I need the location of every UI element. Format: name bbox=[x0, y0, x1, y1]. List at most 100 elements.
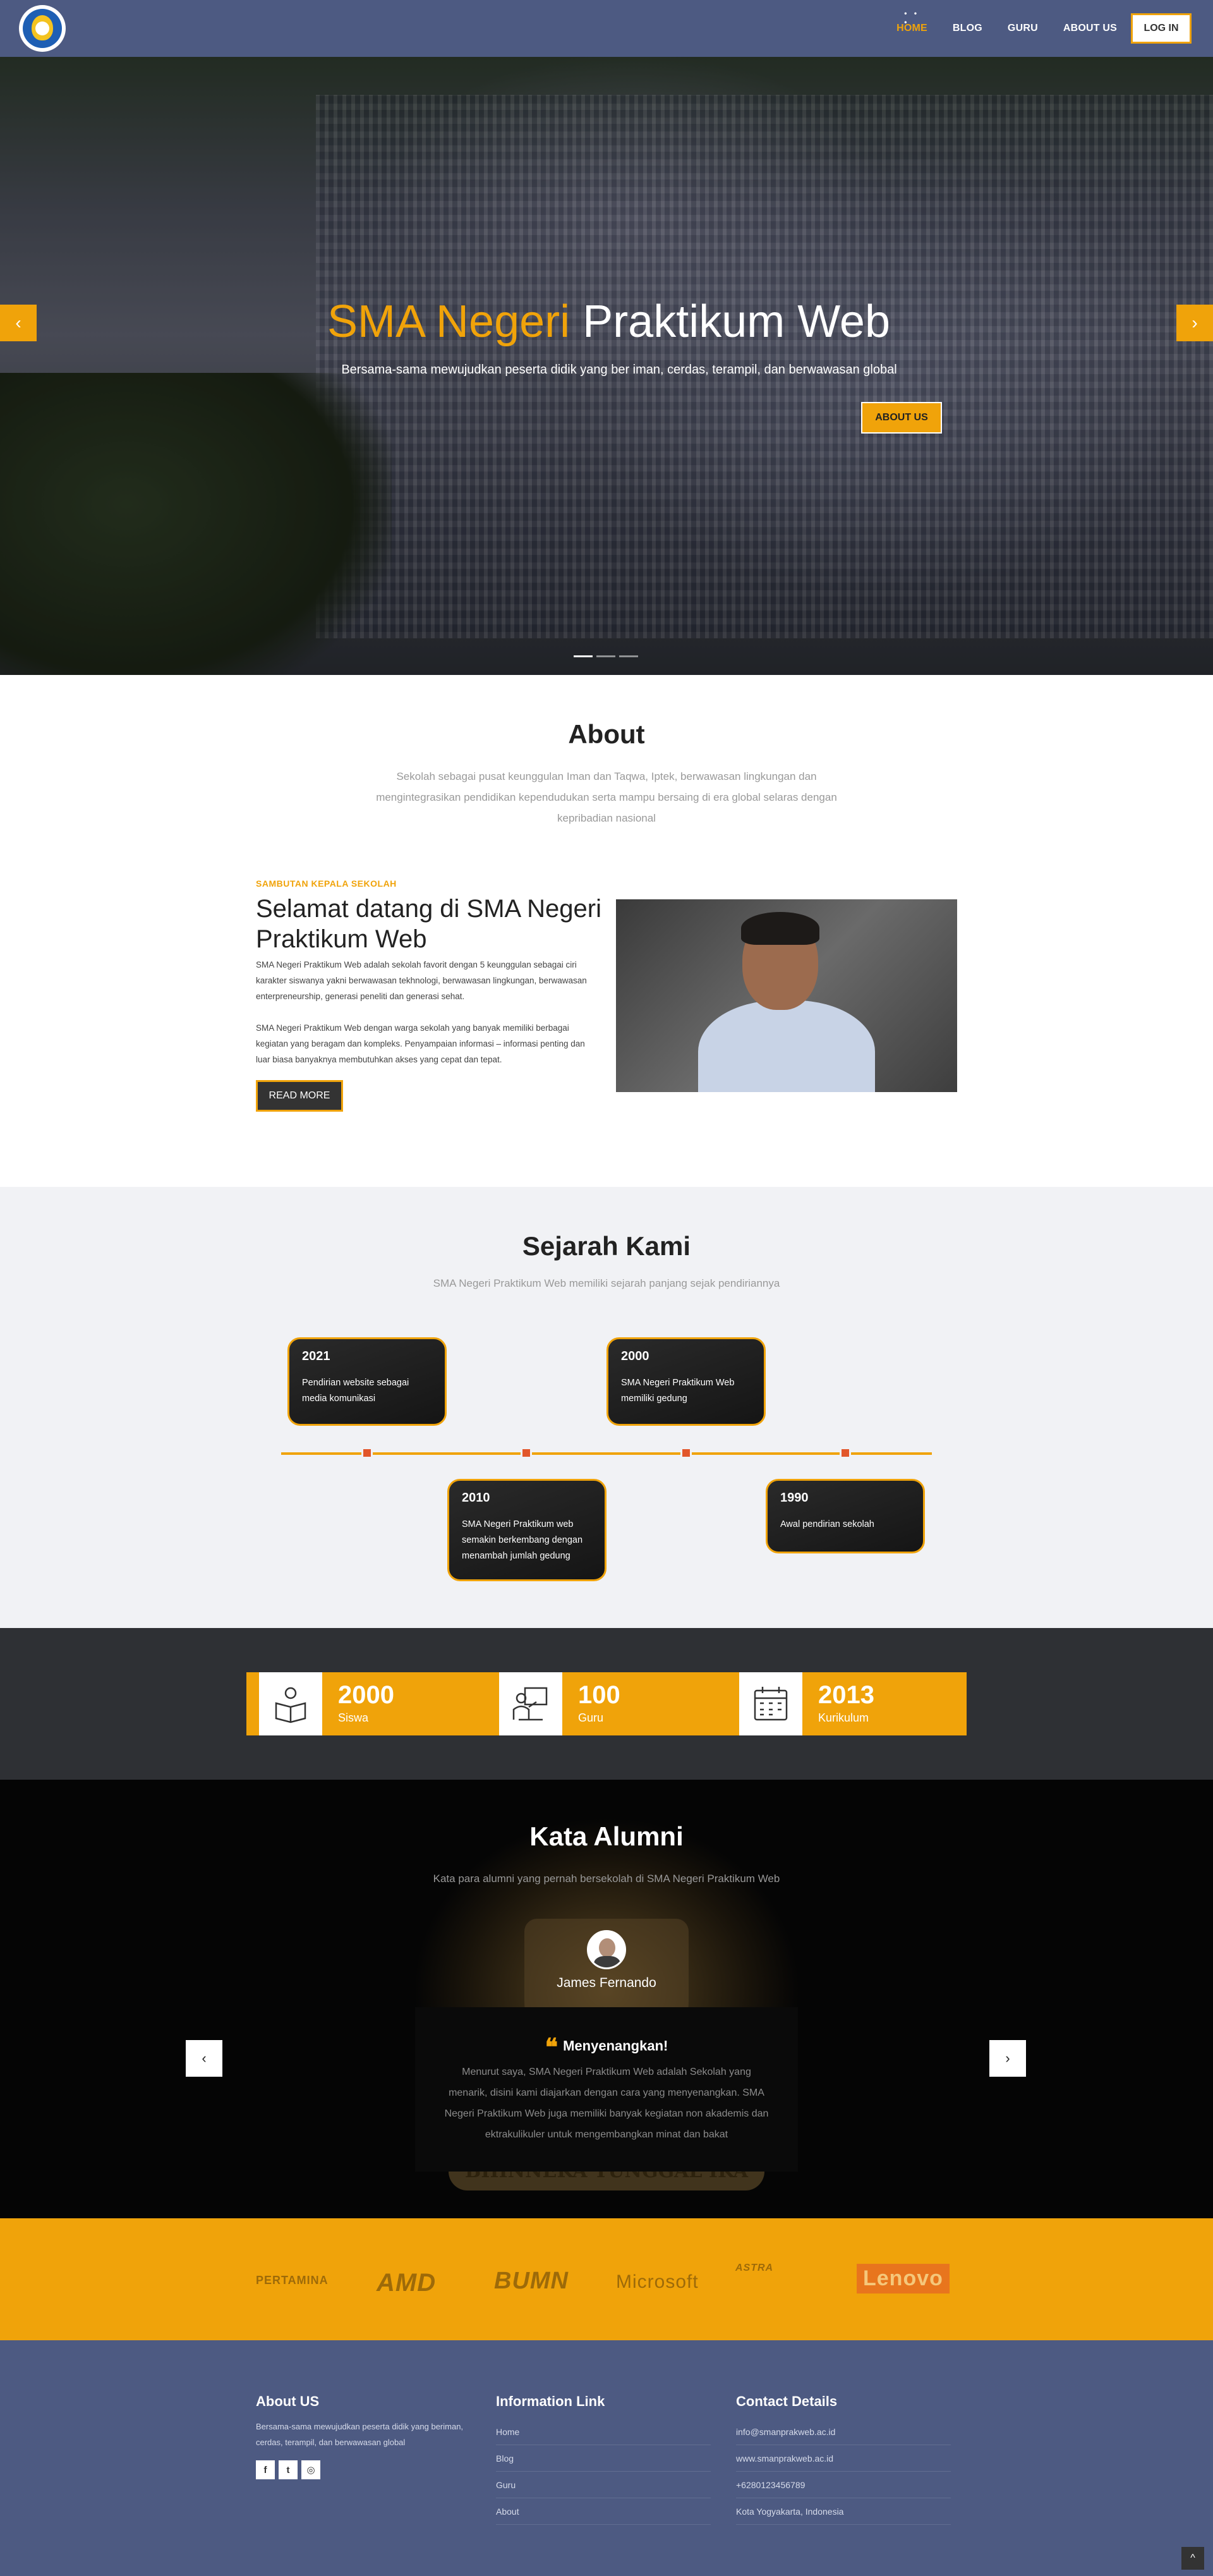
reading-book-icon bbox=[259, 1672, 322, 1735]
footer-link-home[interactable]: Home bbox=[496, 2419, 711, 2445]
timeline-card: 2021 Pendirian website sebagai media kom… bbox=[287, 1337, 447, 1426]
stat-number: 2013 bbox=[818, 1681, 874, 1709]
footer-links: Information Link Home Blog Guru About bbox=[496, 2393, 717, 2525]
slider-indicator-1[interactable] bbox=[574, 655, 593, 657]
hero-title-accent: SMA Negeri bbox=[327, 296, 570, 347]
nav-home[interactable]: • • • HOME bbox=[896, 9, 927, 34]
welcome-kicker: SAMBUTAN KEPALA SEKOLAH bbox=[256, 878, 397, 889]
about-section: About Sekolah sebagai pusat keunggulan I… bbox=[0, 675, 1213, 1187]
stat-label: Siswa bbox=[338, 1711, 369, 1724]
history-section: Sejarah Kami SMA Negeri Praktikum Web me… bbox=[0, 1187, 1213, 1628]
calendar-icon bbox=[739, 1672, 802, 1735]
login-button[interactable]: LOG IN bbox=[1131, 13, 1192, 44]
timeline-desc: Awal pendirian sekolah bbox=[780, 1519, 874, 1529]
partners-section: PERTAMINA AMD BUMN Microsoft ASTRA Lenov… bbox=[0, 2218, 1213, 2340]
footer-link-about[interactable]: About bbox=[496, 2498, 711, 2525]
contact-address: Kota Yogyakarta, Indonesia bbox=[736, 2498, 951, 2525]
facebook-icon[interactable]: f bbox=[256, 2460, 275, 2479]
timeline-line bbox=[281, 1452, 932, 1455]
welcome-paragraph-1: SMA Negeri Praktikum Web adalah sekolah … bbox=[256, 960, 587, 1001]
testimonial-next-arrow-icon[interactable]: › bbox=[989, 2040, 1026, 2077]
alumni-title: Kata Alumni bbox=[529, 1821, 684, 1851]
footer-link-blog[interactable]: Blog bbox=[496, 2445, 711, 2472]
partner-logo-pertamina: PERTAMINA bbox=[256, 2274, 329, 2287]
alumni-section: BHINNEKA TUNGGAL IKA Kata Alumni Kata pa… bbox=[0, 1780, 1213, 2218]
timeline-card: 1990 Awal pendirian sekolah bbox=[766, 1479, 925, 1553]
partner-logo-lenovo: Lenovo bbox=[857, 2264, 950, 2293]
history-title: Sejarah Kami bbox=[522, 1231, 691, 1261]
contact-website[interactable]: www.smanprakweb.ac.id bbox=[736, 2445, 951, 2472]
timeline-desc: SMA Negeri Praktikum web semakin berkemb… bbox=[462, 1519, 583, 1561]
partner-logo-amd: AMD bbox=[377, 2269, 437, 2297]
twitter-icon[interactable]: t bbox=[279, 2460, 298, 2479]
timeline-desc: SMA Negeri Praktikum Web memiliki gedung bbox=[621, 1378, 735, 1404]
timeline-desc: Pendirian website sebagai media komunika… bbox=[302, 1378, 409, 1404]
alumni-name: James Fernando bbox=[557, 1976, 656, 1990]
stat-number: 2000 bbox=[338, 1681, 394, 1709]
stat-number: 100 bbox=[578, 1681, 620, 1709]
instagram-icon[interactable]: ◎ bbox=[301, 2460, 320, 2479]
stats-bar: 2000 Siswa 100 Guru 2013 Kurikulum bbox=[246, 1672, 967, 1735]
footer-about-text: Bersama-sama mewujudkan peserta didik ya… bbox=[256, 2422, 464, 2447]
school-logo[interactable] bbox=[19, 5, 66, 52]
footer-about-title: About US bbox=[256, 2393, 320, 2409]
about-title: About bbox=[568, 719, 645, 749]
footer-link-guru[interactable]: Guru bbox=[496, 2472, 711, 2498]
footer-about: About US Bersama-sama mewujudkan peserta… bbox=[256, 2393, 477, 2479]
timeline-year: 2000 bbox=[621, 1349, 649, 1363]
footer-contact-title: Contact Details bbox=[736, 2393, 838, 2409]
back-to-top-icon[interactable]: ^ bbox=[1181, 2547, 1204, 2570]
welcome-title: Selamat datang di SMA Negeri Praktikum W… bbox=[256, 895, 601, 953]
hero-prev-arrow-icon[interactable]: ‹ bbox=[0, 305, 37, 341]
hero-subtitle: Bersama-sama mewujudkan peserta didik ya… bbox=[341, 363, 897, 377]
contact-phone: +6280123456789 bbox=[736, 2472, 951, 2498]
stat-students: 2000 Siswa bbox=[246, 1672, 486, 1735]
stat-teachers: 100 Guru bbox=[486, 1672, 727, 1735]
stat-label: Guru bbox=[578, 1711, 604, 1724]
timeline-node bbox=[361, 1447, 373, 1459]
slider-indicator-2[interactable] bbox=[596, 655, 615, 657]
hero-title: SMA Negeri Praktikum Web bbox=[0, 296, 1213, 348]
timeline-card: 2000 SMA Negeri Praktikum Web memiliki g… bbox=[606, 1337, 766, 1426]
timeline-node bbox=[680, 1447, 692, 1459]
stat-label: Kurikulum bbox=[818, 1711, 869, 1724]
timeline-year: 2021 bbox=[302, 1349, 330, 1363]
nav-menu: • • • HOME BLOG GURU ABOUT US LOG IN bbox=[871, 0, 1192, 57]
timeline-year: 1990 bbox=[780, 1491, 809, 1505]
read-more-button[interactable]: READ MORE bbox=[256, 1080, 343, 1112]
testimonial-title: ❝ Menyenangkan! bbox=[415, 2032, 798, 2061]
footer: About US Bersama-sama mewujudkan peserta… bbox=[0, 2340, 1213, 2576]
about-subtitle: Sekolah sebagai pusat keunggulan Iman da… bbox=[376, 770, 837, 824]
principal-photo-hair bbox=[741, 912, 819, 945]
hero-title-rest: Praktikum Web bbox=[582, 296, 890, 347]
welcome-paragraph-2: SMA Negeri Praktikum Web dengan warga se… bbox=[256, 1023, 585, 1064]
alumni-avatar bbox=[587, 1930, 626, 1969]
hero-slider: SMA Negeri Praktikum Web Bersama-sama me… bbox=[0, 57, 1213, 675]
nav-about-us[interactable]: ABOUT US bbox=[1063, 23, 1117, 34]
testimonial-heading: Menyenangkan! bbox=[563, 2038, 668, 2054]
contact-email[interactable]: info@smanprakweb.ac.id bbox=[736, 2419, 951, 2445]
testimonial-card: ❝ Menyenangkan! Menurut saya, SMA Negeri … bbox=[415, 2007, 798, 2172]
principal-photo-body bbox=[698, 1000, 875, 1092]
timeline-card: 2010 SMA Negeri Praktikum web semakin be… bbox=[447, 1479, 606, 1581]
tut-wuri-logo-icon bbox=[23, 9, 62, 48]
nav-blog[interactable]: BLOG bbox=[953, 23, 982, 34]
footer-contact: Contact Details info@smanprakweb.ac.id w… bbox=[736, 2393, 957, 2525]
nav-guru[interactable]: GURU bbox=[1008, 23, 1038, 34]
hero-about-us-button[interactable]: ABOUT US bbox=[861, 402, 942, 434]
active-dots-icon: • • • bbox=[904, 9, 920, 27]
hero-next-arrow-icon[interactable]: › bbox=[1176, 305, 1213, 341]
timeline-year: 2010 bbox=[462, 1491, 490, 1505]
partner-logo-microsoft: Microsoft bbox=[616, 2271, 699, 2292]
slider-indicator-3[interactable] bbox=[619, 655, 638, 657]
stats-section: 2000 Siswa 100 Guru 2013 Kurikulum bbox=[0, 1628, 1213, 1780]
quote-icon: ❝ bbox=[545, 2032, 558, 2061]
navbar: • • • HOME BLOG GURU ABOUT US LOG IN bbox=[0, 0, 1213, 57]
partner-logo-astra: ASTRA bbox=[735, 2263, 774, 2273]
timeline-node bbox=[840, 1447, 851, 1459]
testimonial-text: Menurut saya, SMA Negeri Praktikum Web a… bbox=[444, 2067, 769, 2140]
testimonial-prev-arrow-icon[interactable]: ‹ bbox=[186, 2040, 222, 2077]
timeline-node bbox=[521, 1447, 532, 1459]
social-links: f t ◎ bbox=[256, 2460, 477, 2479]
partner-logo-bumn: BUMN bbox=[494, 2268, 569, 2294]
